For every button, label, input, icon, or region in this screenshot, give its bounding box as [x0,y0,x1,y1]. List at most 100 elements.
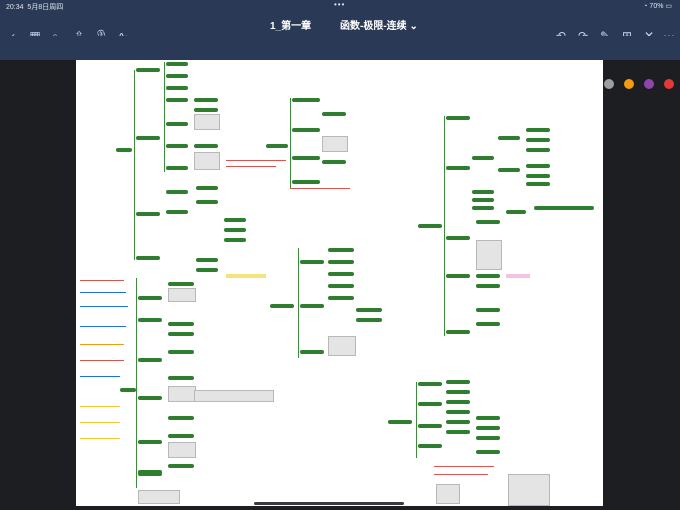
mindmap-node[interactable] [322,160,346,164]
mindmap-node[interactable] [446,380,470,384]
mindmap-node[interactable] [166,144,188,148]
mindmap-node[interactable] [498,168,520,172]
home-indicator[interactable] [254,502,404,505]
mindmap-node[interactable] [196,258,218,262]
mindmap-node[interactable] [526,138,550,142]
mindmap-node[interactable] [300,304,324,308]
mindmap-node[interactable] [166,62,188,66]
mindmap-node[interactable] [476,436,500,440]
mindmap-node[interactable] [356,318,382,322]
mindmap-node[interactable] [168,282,194,286]
mindmap-node[interactable] [194,108,218,112]
mindmap-node[interactable] [168,376,194,380]
mindmap-node[interactable] [472,190,494,194]
color-swatch-red[interactable] [664,79,674,89]
mindmap-node[interactable] [168,322,194,326]
mindmap-node[interactable] [498,136,520,140]
mindmap-node[interactable] [116,148,132,152]
mindmap-node[interactable] [270,304,294,308]
mindmap-node[interactable] [506,210,526,214]
mindmap-node[interactable] [356,308,382,312]
color-swatch-purple[interactable] [644,79,654,89]
note-thumbnail[interactable] [194,390,274,402]
note-thumbnail[interactable] [322,136,348,152]
note-canvas[interactable] [76,60,603,506]
mindmap-node[interactable] [476,426,500,430]
mindmap-node[interactable] [526,174,550,178]
mindmap-node[interactable] [168,350,194,354]
mindmap-node[interactable] [476,450,500,454]
chevron-down-icon[interactable]: ⌄ [409,21,417,32]
mindmap-node[interactable] [446,166,470,170]
mindmap-node[interactable] [526,182,550,186]
mindmap-node[interactable] [446,430,470,434]
mindmap-node[interactable] [472,206,494,210]
mindmap-node[interactable] [196,200,218,204]
mindmap-node[interactable] [224,218,246,222]
mindmap-node[interactable] [476,284,500,288]
mindmap-node[interactable] [526,128,550,132]
mindmap-node[interactable] [166,98,188,102]
mindmap-node[interactable] [328,284,354,288]
note-thumbnail[interactable] [436,484,460,504]
mindmap-node[interactable] [476,308,500,312]
mindmap-node[interactable] [224,228,246,232]
mindmap-node[interactable] [266,144,288,148]
mindmap-node[interactable] [292,180,320,184]
mindmap-node[interactable] [534,206,594,210]
mindmap-node[interactable] [322,112,346,116]
mindmap-node[interactable] [166,86,188,90]
mindmap-node[interactable] [196,186,218,190]
mindmap-node[interactable] [168,416,194,420]
note-thumbnail[interactable] [328,336,356,356]
color-swatch-gray[interactable] [604,79,614,89]
mindmap-node[interactable] [166,190,188,194]
mindmap-node[interactable] [472,156,494,160]
mindmap-node[interactable] [136,136,160,140]
mindmap-node[interactable] [446,410,470,414]
notebook-title[interactable]: 1_第一章 [270,17,311,32]
note-thumbnail[interactable] [508,474,550,506]
mindmap-node[interactable] [166,74,188,78]
mindmap-node[interactable] [418,424,442,428]
mindmap-node[interactable] [446,390,470,394]
mindmap-node[interactable] [138,472,162,476]
mindmap-node[interactable] [526,148,550,152]
note-thumbnail[interactable] [168,442,196,458]
mindmap-node[interactable] [166,166,188,170]
mindmap-node[interactable] [446,236,470,240]
mindmap-node[interactable] [194,98,218,102]
note-thumbnail[interactable] [168,386,196,402]
mindmap-node[interactable] [292,156,320,160]
mindmap-node[interactable] [224,238,246,242]
mindmap-node[interactable] [300,350,324,354]
mindmap-node[interactable] [418,224,442,228]
multitask-dots[interactable]: ••• [334,0,345,9]
note-thumbnail[interactable] [138,490,180,504]
mindmap-node[interactable] [168,332,194,336]
mindmap-node[interactable] [446,116,470,120]
mindmap-node[interactable] [418,444,442,448]
mindmap-node[interactable] [166,210,188,214]
color-swatch-orange[interactable] [624,79,634,89]
mindmap-node[interactable] [446,400,470,404]
mindmap-node[interactable] [292,128,320,132]
mindmap-node[interactable] [138,396,162,400]
mindmap-node[interactable] [476,416,500,420]
mindmap-node[interactable] [388,420,412,424]
mindmap-node[interactable] [446,420,470,424]
mindmap-node[interactable] [136,68,160,72]
mindmap-node[interactable] [168,464,194,468]
mindmap-node[interactable] [328,260,354,264]
mindmap-node[interactable] [196,268,218,272]
mindmap-node[interactable] [418,382,442,386]
mindmap-node[interactable] [136,256,160,260]
mindmap-node[interactable] [446,274,470,278]
mindmap-node[interactable] [300,260,324,264]
mindmap-node[interactable] [446,330,470,334]
mindmap-node[interactable] [138,296,162,300]
mindmap-node[interactable] [418,402,442,406]
note-thumbnail[interactable] [194,152,220,170]
mindmap-node[interactable] [328,272,354,276]
note-thumbnail[interactable] [476,240,502,270]
